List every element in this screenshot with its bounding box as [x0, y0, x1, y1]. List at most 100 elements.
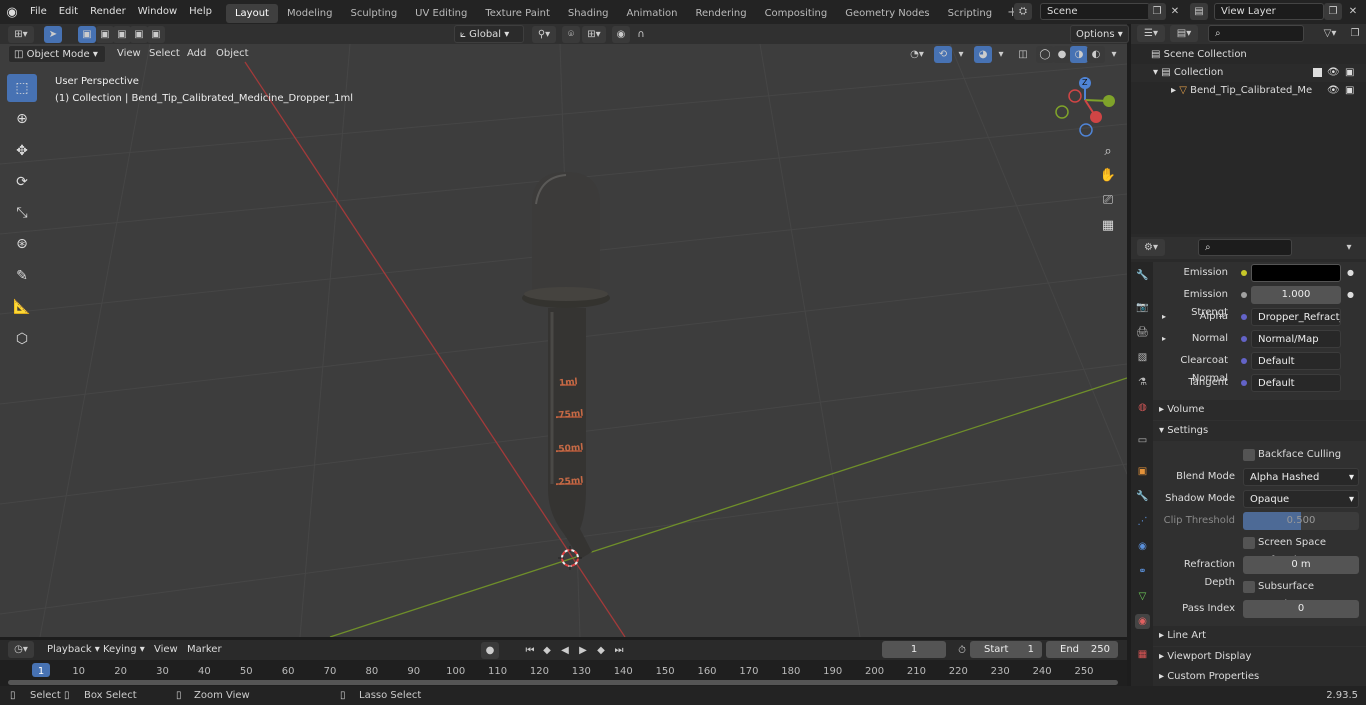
- viewport-display-section[interactable]: ▸ Viewport Display: [1153, 647, 1366, 667]
- physics-tab-icon[interactable]: ◉: [1135, 539, 1150, 554]
- jump-end-icon[interactable]: ⏭: [610, 642, 628, 659]
- new-collection-icon[interactable]: ❐: [1346, 25, 1364, 42]
- select-box-mode-icon[interactable]: ▣: [78, 26, 96, 43]
- object-render-icon[interactable]: ▣: [1345, 82, 1354, 100]
- particles-tab-icon[interactable]: ⋰: [1135, 514, 1150, 529]
- subsurface-checkbox[interactable]: [1243, 581, 1255, 593]
- add-cube-tool-icon[interactable]: ⬡: [7, 325, 37, 353]
- view-layer-tab-icon[interactable]: ▧: [1135, 350, 1150, 365]
- clip-threshold-slider[interactable]: 0.500: [1243, 512, 1359, 530]
- outliner-search-input[interactable]: ⌕: [1208, 25, 1304, 42]
- new-view-layer-icon[interactable]: ❐: [1324, 3, 1342, 20]
- workspace-tab-uv-editing[interactable]: UV Editing: [406, 4, 476, 23]
- properties-search-input[interactable]: ⌕: [1198, 239, 1292, 256]
- delete-scene-icon[interactable]: ✕: [1166, 3, 1184, 20]
- gizmo-toggle-icon[interactable]: ⟲: [934, 46, 952, 63]
- menu-window[interactable]: Window: [132, 0, 183, 24]
- jump-keyframe-back-icon[interactable]: ◆: [538, 642, 556, 659]
- outliner-editor-type-icon[interactable]: ☰▾: [1137, 25, 1165, 42]
- transform-tool-icon[interactable]: ⊛: [7, 230, 37, 258]
- gizmo-dropdown-icon[interactable]: ▾: [952, 46, 970, 63]
- select-extend-mode-icon[interactable]: ▣: [96, 26, 114, 43]
- clearcoat-normal-field[interactable]: Default: [1251, 352, 1341, 370]
- ssr-checkbox[interactable]: [1243, 537, 1255, 549]
- jump-keyframe-forward-icon[interactable]: ◆: [592, 642, 610, 659]
- tool-tab-icon[interactable]: 🔧: [1135, 268, 1150, 283]
- data-tab-icon[interactable]: ▽: [1135, 589, 1150, 604]
- jump-start-icon[interactable]: ⏮: [521, 642, 539, 659]
- proportional-falloff-icon[interactable]: ∩: [632, 26, 650, 43]
- zoom-icon[interactable]: ⌕: [1097, 141, 1119, 163]
- workspace-tab-sculpting[interactable]: Sculpting: [341, 4, 406, 23]
- shading-dropdown-icon[interactable]: ▾: [1105, 46, 1123, 63]
- workspace-tab-texture-paint[interactable]: Texture Paint: [476, 4, 559, 23]
- collection-render-icon[interactable]: ▣: [1345, 64, 1354, 82]
- solid-shading-icon[interactable]: ●: [1053, 46, 1071, 63]
- collection-checkbox[interactable]: [1313, 68, 1322, 77]
- settings-section[interactable]: ▾ Settings: [1153, 421, 1366, 441]
- play-icon[interactable]: ▶: [574, 642, 592, 659]
- menu-select[interactable]: Select: [144, 45, 185, 63]
- snap-element-icon[interactable]: ⊞▾: [582, 26, 606, 43]
- emission-strengt-keyframe-icon[interactable]: ●: [1347, 286, 1354, 304]
- timeline-view-menu[interactable]: View: [149, 641, 183, 659]
- xray-toggle-icon[interactable]: ◫: [1014, 46, 1032, 63]
- workspace-tab-layout[interactable]: Layout: [225, 3, 278, 23]
- scale-tool-icon[interactable]: ⤡: [7, 199, 37, 227]
- proportional-editing-icon[interactable]: ◉: [612, 26, 630, 43]
- texture-tab-icon[interactable]: ▦: [1135, 647, 1150, 662]
- volume-section[interactable]: ▸ Volume: [1153, 400, 1366, 420]
- collection-tab-icon[interactable]: ▭: [1135, 433, 1150, 448]
- annotate-tool-icon[interactable]: ✎: [7, 262, 37, 290]
- menu-help[interactable]: Help: [183, 0, 218, 24]
- overlay-toggle-icon[interactable]: ◕: [974, 46, 992, 63]
- end-frame-field[interactable]: End 250: [1046, 641, 1118, 658]
- blender-logo-icon[interactable]: ◉: [0, 0, 24, 24]
- play-reverse-icon[interactable]: ◀: [556, 642, 574, 659]
- refraction-depth-field[interactable]: 0 m: [1243, 556, 1359, 574]
- alpha-socket-icon[interactable]: [1241, 314, 1247, 320]
- pan-hand-icon[interactable]: ✋: [1097, 165, 1119, 187]
- constraints-tab-icon[interactable]: ⚭: [1135, 564, 1150, 579]
- rotate-tool-icon[interactable]: ⟳: [7, 168, 37, 196]
- tangent-field[interactable]: Default: [1251, 374, 1341, 392]
- playback-menu[interactable]: Playback ▾: [42, 641, 105, 659]
- menu-add[interactable]: Add: [182, 45, 211, 63]
- keying-menu[interactable]: Keying ▾: [98, 641, 150, 659]
- emission-socket-icon[interactable]: [1241, 270, 1247, 276]
- visibility-toggle-icon[interactable]: ◔▾: [903, 46, 931, 63]
- select-intersect-mode-icon[interactable]: ▣: [147, 26, 165, 43]
- cursor-tool-icon[interactable]: ⊕: [7, 105, 37, 133]
- scene-tab-icon[interactable]: ⚗: [1135, 375, 1150, 390]
- transform-orientation-dropdown[interactable]: ⟀ Global ▾: [454, 25, 524, 43]
- clearcoat-normal-socket-icon[interactable]: [1241, 358, 1247, 364]
- workspace-tab-rendering[interactable]: Rendering: [686, 4, 755, 23]
- select-box-tool-icon[interactable]: ⬚: [7, 74, 37, 102]
- modifier-tab-icon[interactable]: 🔧: [1135, 489, 1150, 504]
- current-frame-field[interactable]: 1: [882, 641, 946, 658]
- outliner-scene-collection[interactable]: ▤ Scene Collection: [1131, 46, 1366, 64]
- shadow-mode-dropdown[interactable]: Opaque ▾: [1243, 490, 1359, 508]
- pivot-point-icon[interactable]: ⚲▾: [532, 26, 556, 43]
- wireframe-shading-icon[interactable]: ◯: [1036, 46, 1054, 63]
- emission-strengt-field[interactable]: 1.000: [1251, 286, 1341, 304]
- emission-strengt-socket-icon[interactable]: [1241, 292, 1247, 298]
- rendered-shading-icon[interactable]: ◐: [1087, 46, 1105, 63]
- measure-tool-icon[interactable]: 📐: [7, 293, 37, 321]
- render-tab-icon[interactable]: 📷: [1135, 300, 1150, 315]
- view-layer-browse-icon[interactable]: ▤: [1190, 3, 1208, 20]
- menu-edit[interactable]: Edit: [53, 0, 84, 24]
- move-tool-icon[interactable]: ✥: [7, 137, 37, 165]
- 3d-viewport[interactable]: Z User Perspective (1) Collection | Bend…: [0, 44, 1127, 637]
- menu-view[interactable]: View: [112, 45, 146, 63]
- alpha-field[interactable]: Dropper_Refract_inv...: [1251, 308, 1341, 326]
- normal-socket-icon[interactable]: [1241, 336, 1247, 342]
- select-subtract-mode-icon[interactable]: ▣: [113, 26, 131, 43]
- menu-render[interactable]: Render: [84, 0, 132, 24]
- snap-toggle-icon[interactable]: ⌾: [562, 26, 580, 43]
- scene-browse-icon[interactable]: ⛭: [1014, 3, 1032, 20]
- properties-editor-type-icon[interactable]: ⚙▾: [1137, 239, 1165, 256]
- properties-options-icon[interactable]: ▾: [1340, 239, 1358, 256]
- tangent-socket-icon[interactable]: [1241, 380, 1247, 386]
- overlay-dropdown-icon[interactable]: ▾: [992, 46, 1010, 63]
